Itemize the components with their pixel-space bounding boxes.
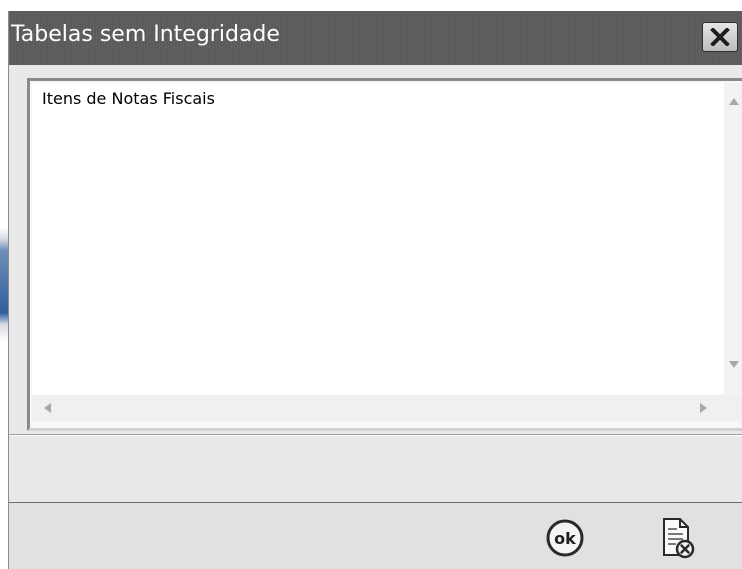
divider: [9, 435, 742, 436]
ok-icon: ok: [546, 519, 584, 557]
scrollbar-corner: [724, 395, 742, 421]
list-item[interactable]: Itens de Notas Fiscais: [42, 89, 215, 108]
document-cancel-icon: [663, 518, 695, 559]
status-panel: [9, 438, 742, 502]
dialog-window: Tabelas sem Integridade Itens de Notas F…: [8, 11, 742, 569]
dialog-content: Itens de Notas Fiscais ok: [9, 65, 742, 569]
scroll-down-arrow-icon[interactable]: [729, 361, 739, 368]
title-bar[interactable]: Tabelas sem Integridade: [9, 11, 742, 65]
vertical-scrollbar[interactable]: [724, 83, 742, 395]
close-icon: [710, 28, 730, 46]
ok-label: ok: [554, 529, 576, 548]
cancel-button[interactable]: [658, 516, 696, 560]
window-title: Tabelas sem Integridade: [11, 22, 280, 47]
scroll-right-arrow-icon[interactable]: [700, 403, 707, 413]
scroll-up-arrow-icon[interactable]: [729, 98, 739, 105]
scroll-left-arrow-icon[interactable]: [44, 403, 51, 413]
ok-button[interactable]: ok: [545, 518, 585, 558]
horizontal-scrollbar[interactable]: [32, 395, 724, 421]
list-frame: Itens de Notas Fiscais: [27, 78, 742, 431]
button-bar: ok: [9, 503, 742, 569]
close-button[interactable]: [702, 22, 738, 52]
table-list[interactable]: Itens de Notas Fiscais: [32, 83, 724, 395]
